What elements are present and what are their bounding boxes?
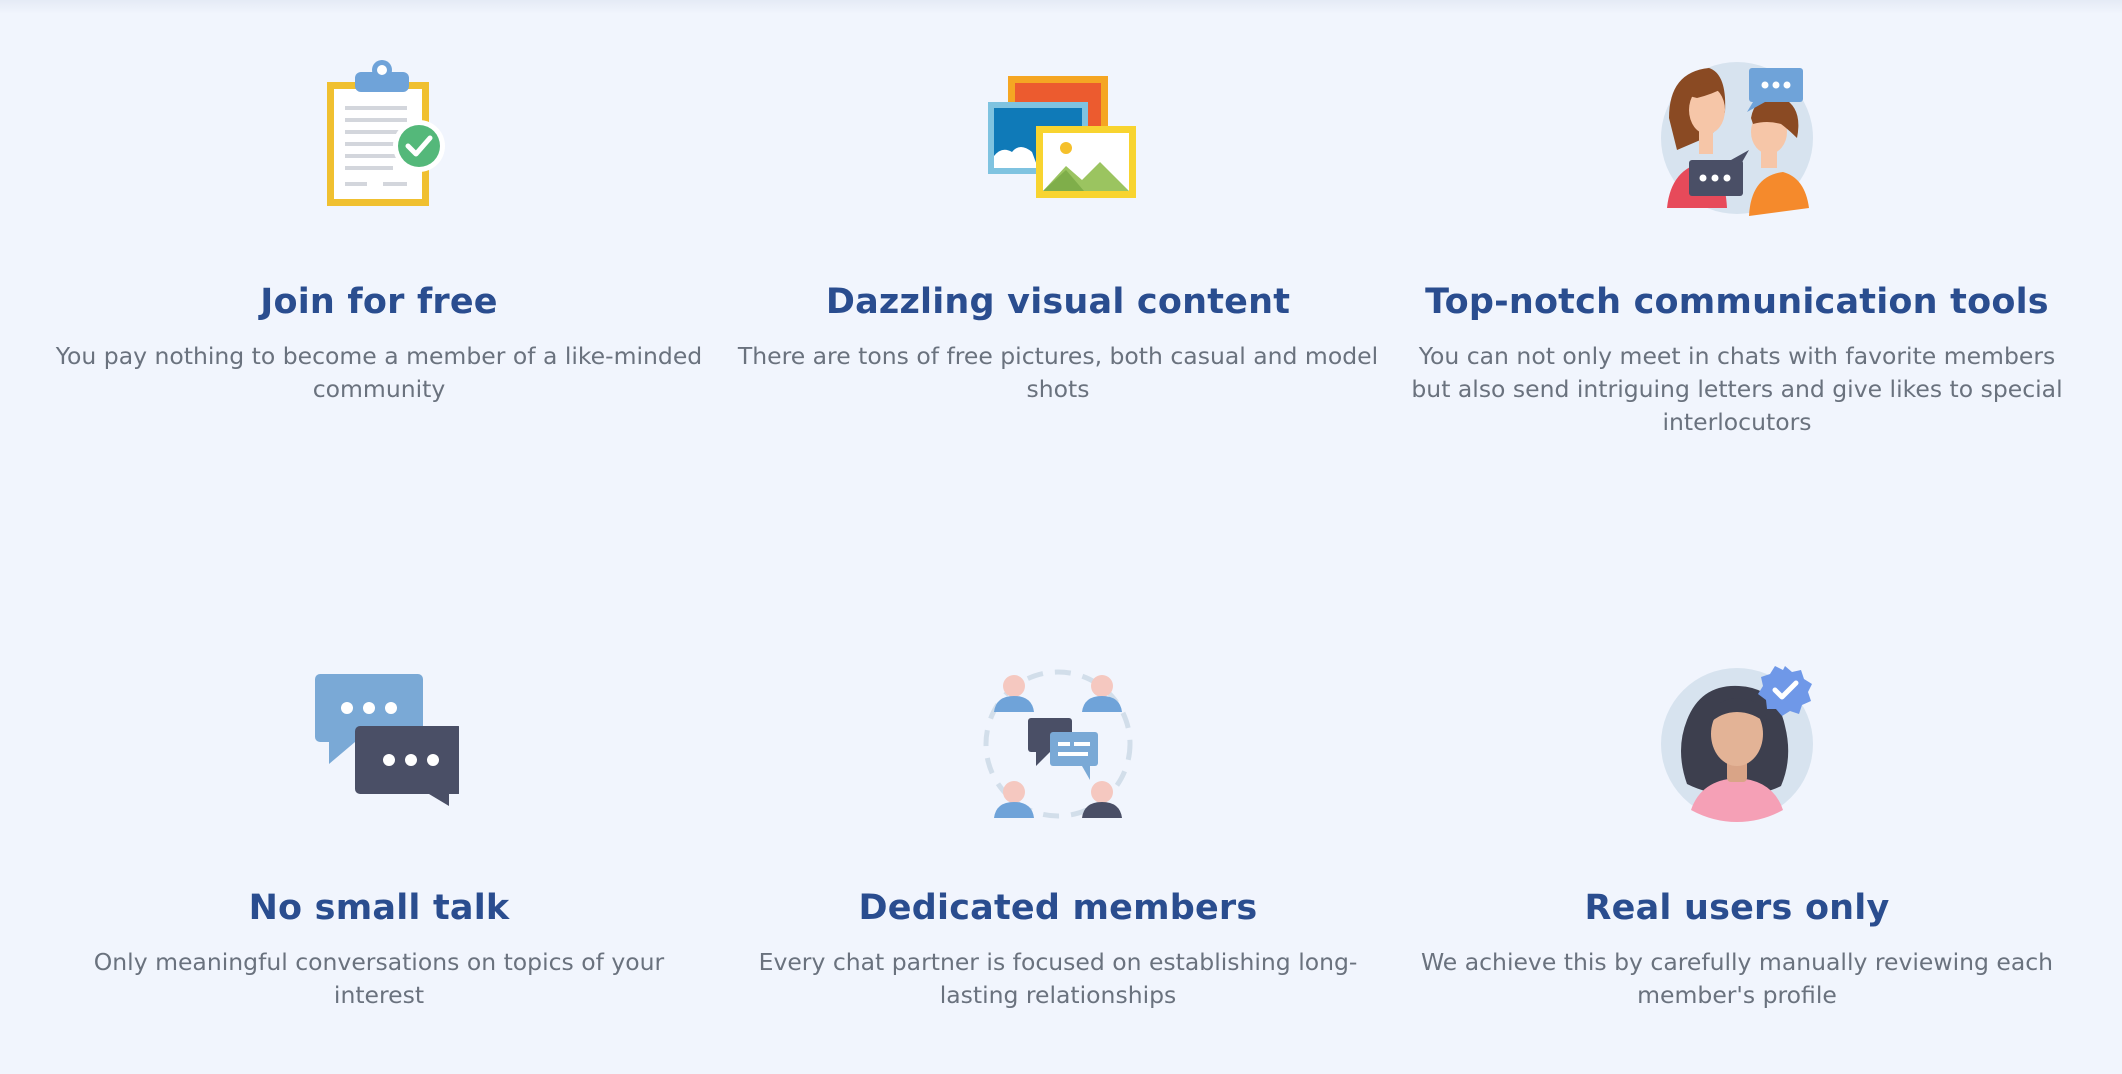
feature-icon-container xyxy=(728,664,1388,824)
feature-title: Dazzling visual content xyxy=(825,282,1291,322)
feature-icon-container xyxy=(49,664,709,824)
feature-description: You can not only meet in chats with favo… xyxy=(1411,342,2063,436)
feature-description: You pay nothing to become a member of a … xyxy=(55,342,703,403)
feature-description: We achieve this by carefully manually re… xyxy=(1420,948,2054,1009)
feature-title: No small talk xyxy=(248,888,510,928)
clipboard-check-icon xyxy=(327,60,445,206)
feature-icon-container xyxy=(49,58,709,218)
feature-title: Join for free xyxy=(260,282,498,322)
feature-icon-container xyxy=(1407,664,2067,824)
conversation-people-icon xyxy=(1661,62,1813,216)
members-network-icon xyxy=(983,669,1133,819)
feature-icon-container xyxy=(1407,58,2067,218)
feature-description: There are tons of free pictures, both ca… xyxy=(737,342,1379,403)
feature-title: Real users only xyxy=(1584,888,1890,928)
pictures-icon xyxy=(988,76,1136,198)
feature-description: Every chat partner is focused on establi… xyxy=(758,948,1358,1009)
feature-description: Only meaningful conversations on topics … xyxy=(93,948,665,1009)
verified-user-icon xyxy=(1661,666,1813,822)
feature-title: Top-notch communication tools xyxy=(1425,282,2049,322)
chat-bubbles-icon xyxy=(315,674,459,806)
features-grid: Join for free You pay nothing to become … xyxy=(0,0,2122,1074)
feature-title: Dedicated members xyxy=(858,888,1258,928)
feature-icon-container xyxy=(728,58,1388,218)
